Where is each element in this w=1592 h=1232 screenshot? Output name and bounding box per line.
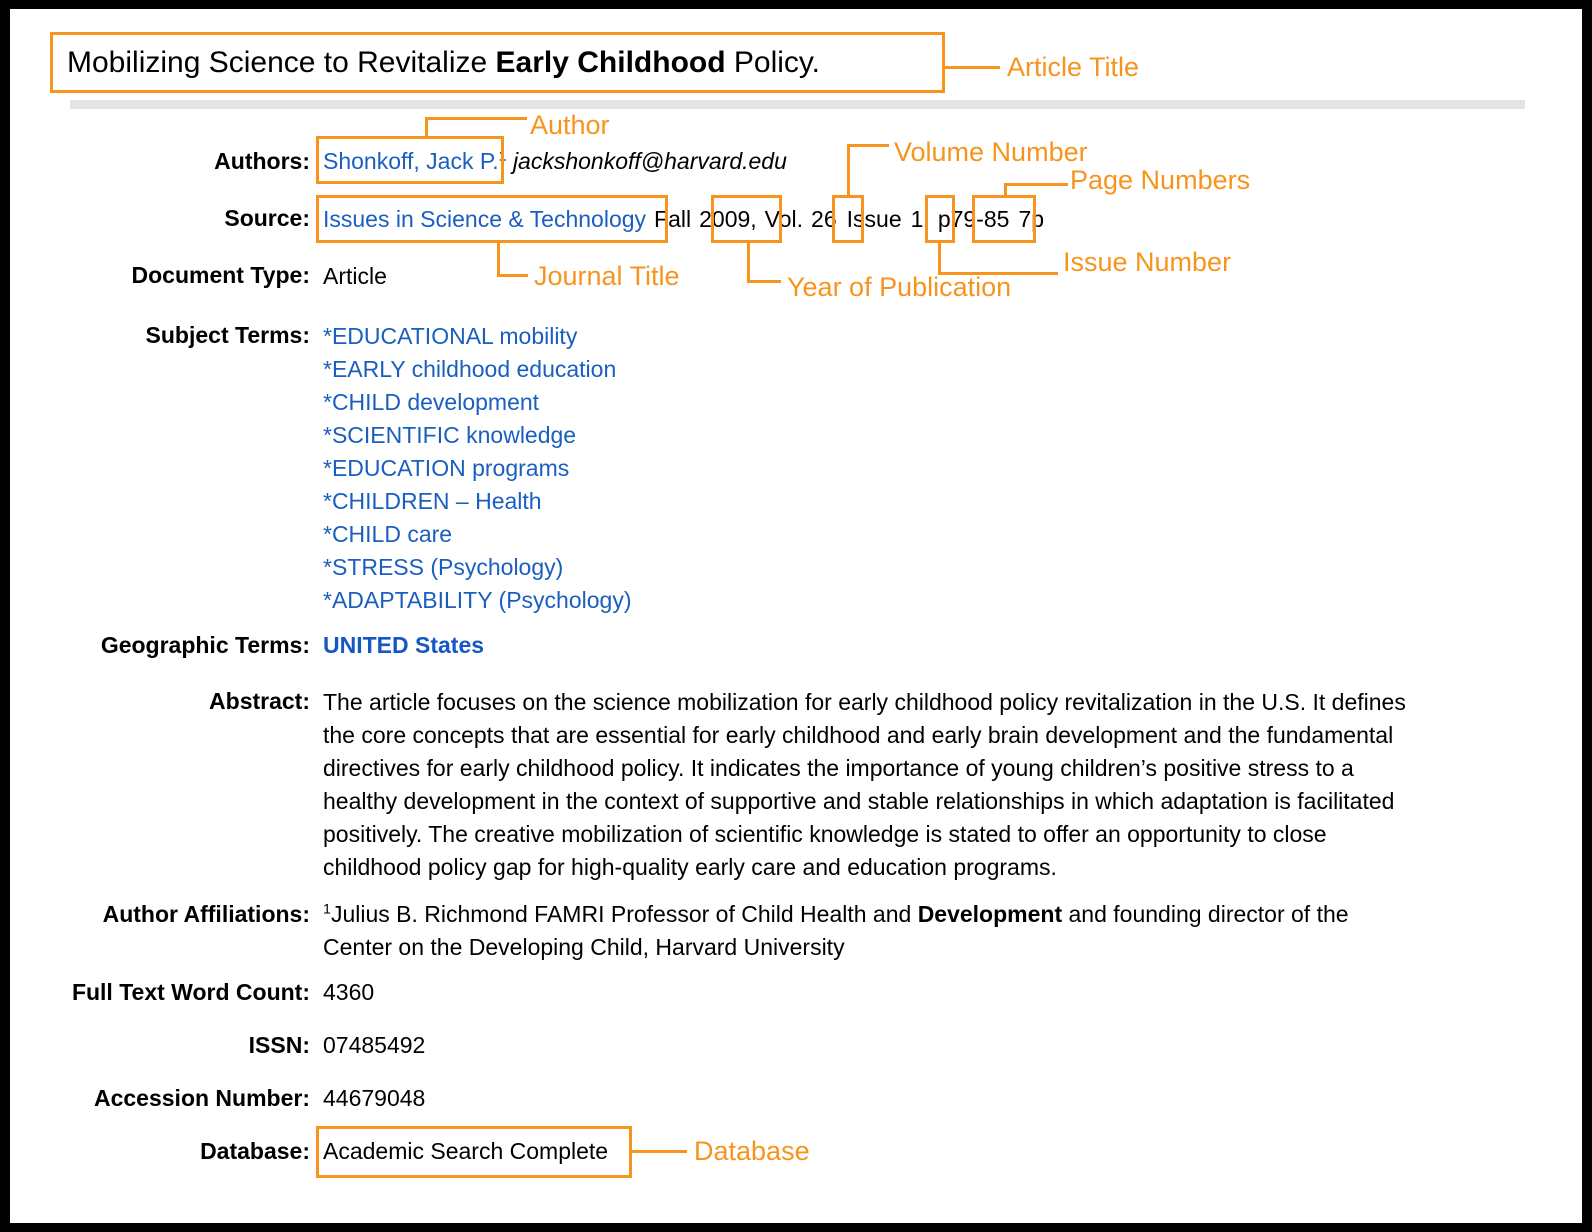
article-title-text-a: Mobilizing Science to Revitalize [67, 46, 496, 79]
issn-value: 07485492 [323, 1032, 426, 1058]
annotation-journal-title: Journal Title [534, 261, 680, 291]
source-issue-word: Issue [846, 206, 902, 232]
source-label: Source: [224, 205, 310, 231]
source-volume: 26 [811, 206, 837, 232]
journal-title-leader-hline [497, 274, 528, 277]
subject-term-item[interactable]: *EDUCATIONAL mobility [323, 320, 577, 353]
authors-label: Authors: [214, 148, 310, 174]
source-pages: 79-85 [950, 206, 1010, 232]
author-affiliations-marker: 1 [323, 901, 331, 918]
author-affiliations-value: 1Julius B. Richmond FAMRI Professor of C… [323, 898, 1483, 964]
annotation-issue-number: Issue Number [1063, 247, 1232, 277]
issue-leader-vline [938, 243, 941, 275]
full-text-word-count-label: Full Text Word Count: [71, 979, 310, 1005]
journal-title-leader-vline [497, 243, 500, 277]
header-divider [70, 100, 1525, 109]
article-title: Mobilizing Science to Revitalize Early C… [67, 46, 820, 80]
abstract-line: the core concepts that are essential for… [323, 722, 1394, 748]
subject-term-item[interactable]: *ADAPTABILITY (Psychology) [323, 584, 631, 617]
source-page-prefix: p [937, 206, 951, 232]
authors-value: Shonkoff, Jack P.1 jackshonkoff@harvard.… [323, 145, 787, 178]
author-affiliations-label: Author Affiliations: [102, 901, 310, 927]
database-leader-line [632, 1150, 687, 1153]
record-canvas: Mobilizing Science to Revitalize Early C… [10, 9, 1582, 1223]
abstract-text: The article focuses on the science mobil… [323, 686, 1521, 884]
accession-number-label: Accession Number: [93, 1085, 310, 1111]
annotation-page-numbers: Page Numbers [1070, 165, 1251, 195]
subject-term-item[interactable]: *CHILDREN – Health [323, 485, 542, 518]
source-page-count: 7p [1018, 206, 1045, 232]
annotation-year-of-publication: Year of Publication [787, 272, 1012, 302]
journal-title[interactable]: Issues in Science & Technology [323, 206, 646, 232]
abstract-line: directives for early childhood policy. I… [323, 755, 1354, 781]
accession-number-value: 44679048 [323, 1085, 426, 1111]
source-season: Fall [654, 206, 692, 232]
annotation-database: Database [694, 1136, 810, 1166]
abstract-label: Abstract: [209, 688, 310, 714]
affiliations-text-b: and founding director of the [1062, 901, 1349, 927]
article-title-text-b: Policy. [725, 46, 821, 79]
affiliations-text-a: Julius B. Richmond FAMRI Professor of Ch… [330, 901, 918, 927]
issn-label: ISSN: [248, 1032, 310, 1058]
geographic-terms-value[interactable]: UNITED States [323, 629, 484, 662]
year-leader-hline [747, 280, 781, 283]
article-title-text-bold: Early Childhood [495, 46, 726, 79]
subject-term-item[interactable]: *EARLY childhood education [323, 353, 616, 386]
affiliations-text-bold: Development [917, 901, 1063, 927]
volume-leader-vline [847, 144, 850, 197]
abstract-line: positively. The creative mobilization of… [323, 821, 1327, 847]
subject-term-item[interactable]: *STRESS (Psychology) [323, 551, 563, 584]
page-numbers-leader-hline [1004, 183, 1068, 186]
subject-term-item[interactable]: *EDUCATION programs [323, 452, 569, 485]
geographic-terms-label: Geographic Terms: [100, 632, 310, 658]
author-leader-hline [425, 117, 527, 120]
author-name[interactable]: Shonkoff, Jack P. [323, 148, 499, 174]
subject-term-item[interactable]: *SCIENTIFIC knowledge [323, 419, 576, 452]
database-label: Database: [200, 1138, 310, 1164]
subject-term-item[interactable]: *CHILD care [323, 518, 452, 551]
author-leader-vline [425, 117, 428, 139]
volume-leader-hline [847, 144, 889, 147]
annotation-article-title: Article Title [1007, 52, 1140, 82]
author-affiliations-line1: 1Julius B. Richmond FAMRI Professor of C… [323, 898, 1483, 931]
subject-term-item[interactable]: *CHILD development [323, 386, 539, 419]
abstract-line: The article focuses on the science mobil… [323, 689, 1406, 715]
document-type-label: Document Type: [131, 262, 310, 288]
source-year: 2009, [699, 206, 757, 232]
author-affiliations-line2: Center on the Developing Child, Harvard … [323, 934, 845, 960]
source-vol-word: Vol. [764, 206, 804, 232]
annotation-volume-number: Volume Number [894, 137, 1088, 167]
subject-terms-label: Subject Terms: [145, 322, 310, 348]
source-issue: 1, [910, 206, 930, 232]
article-title-leader-line [945, 66, 1000, 69]
year-leader-vline [747, 243, 750, 283]
author-email: jackshonkoff@harvard.edu [512, 148, 787, 174]
source-value: Issues in Science & Technology Fall 2009, V… [323, 203, 1044, 236]
issue-leader-hline [938, 272, 1058, 275]
author-affiliation-marker: 1 [498, 148, 507, 165]
abstract-line: childhood policy gap for high-quality ea… [323, 854, 1057, 880]
abstract-line: healthy development in the context of su… [323, 788, 1395, 814]
document-type-value: Article [323, 263, 387, 289]
full-text-word-count-value: 4360 [323, 979, 375, 1005]
screenshot-frame: Mobilizing Science to Revitalize Early C… [10, 9, 1582, 1223]
annotation-author: Author [530, 110, 610, 140]
database-value: Academic Search Complete [323, 1138, 609, 1164]
